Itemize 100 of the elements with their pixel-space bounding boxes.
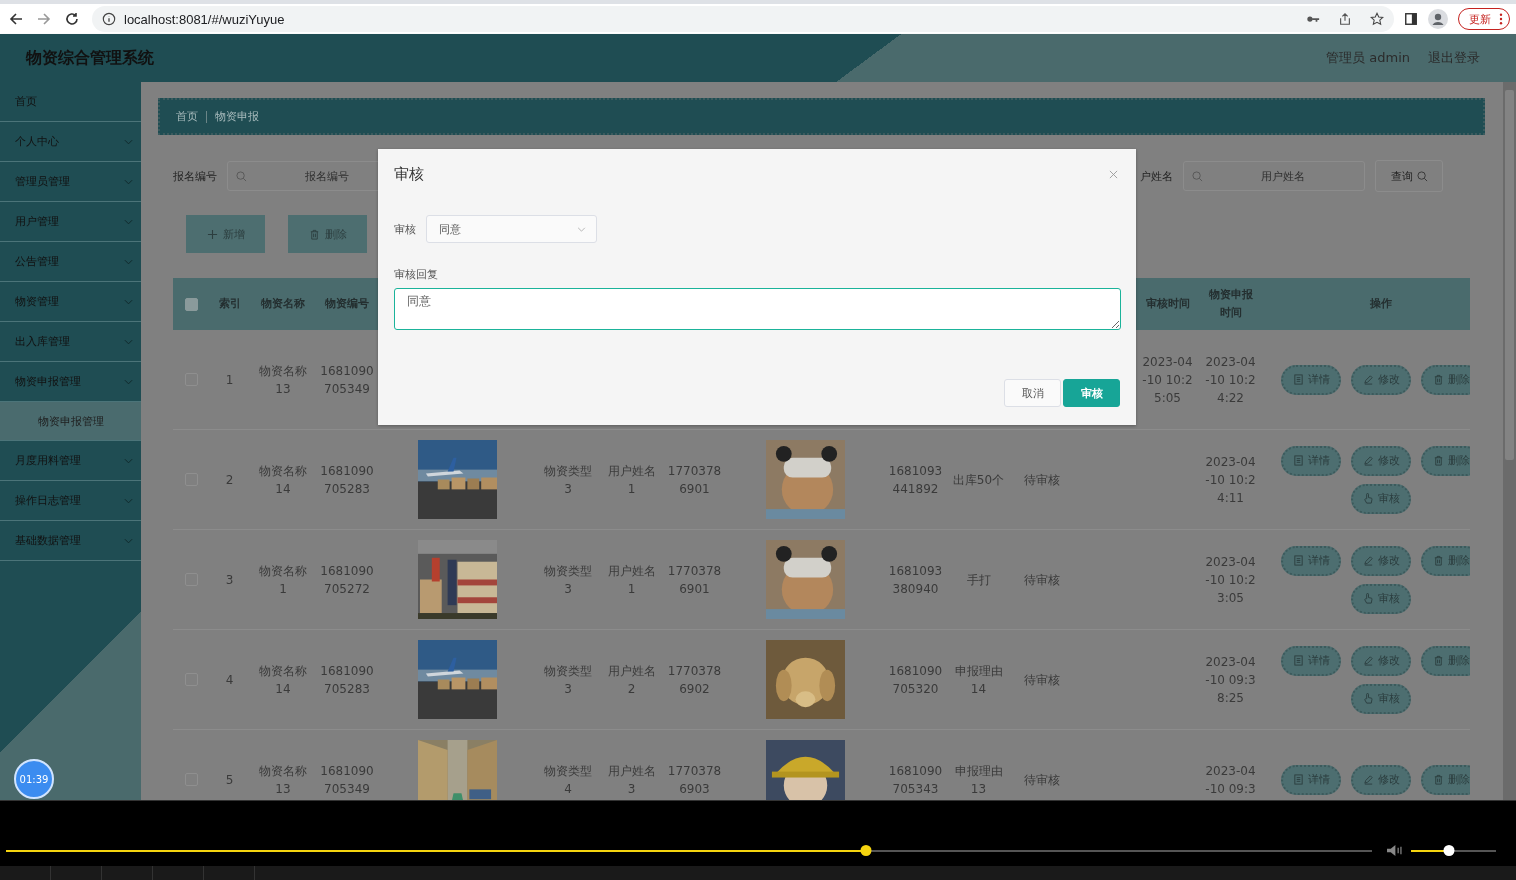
sidebar-subitem[interactable]: 物资申报管理	[0, 402, 141, 441]
table-cell-text: 1681090705343	[888, 762, 943, 798]
table-cell-text: 物资类型 3	[543, 662, 593, 698]
pen-icon	[1362, 374, 1374, 385]
column-header: 操作	[1370, 296, 1392, 312]
chevron-icon	[124, 537, 133, 544]
table-cell-text: 物资类型 3	[543, 462, 593, 498]
pen-icon	[1362, 655, 1374, 666]
table-cell-text: 1681090705283	[320, 662, 374, 698]
app-title: 物资综合管理系统	[26, 47, 154, 69]
hand-icon	[1362, 693, 1374, 704]
plus-icon	[206, 228, 218, 240]
table-cell-text: 物资类型 3	[543, 562, 593, 598]
chevron-icon	[124, 178, 133, 185]
table-cell-text: 用户姓名 3	[606, 762, 657, 798]
breadcrumb-link[interactable]: 物资申报	[215, 109, 259, 124]
info-icon[interactable]	[102, 12, 116, 26]
back-icon[interactable]	[8, 11, 24, 27]
profile-icon[interactable]	[1428, 9, 1448, 29]
document-icon	[1292, 555, 1304, 566]
table-cell-text: 2023-04-10 10:24:11	[1204, 453, 1257, 507]
table-cell-text: 物资名称 14	[258, 462, 308, 498]
search-icon	[1192, 171, 1203, 182]
document-icon	[1292, 455, 1304, 466]
select-field[interactable]: 同意	[426, 215, 597, 243]
table-cell-text: 申报理由 13	[953, 762, 1004, 798]
breadcrumb-link[interactable]: 首页	[176, 109, 198, 124]
chevron-icon	[124, 298, 133, 305]
chevron-icon	[124, 338, 133, 345]
table-cell-text: 2023-04-10 09:38:25	[1204, 653, 1257, 707]
field-label: 审核	[394, 221, 416, 237]
table-cell-text: 17703786901	[667, 462, 722, 498]
star-icon[interactable]	[1370, 12, 1384, 26]
table-cell-text: 物资名称 13	[258, 362, 308, 398]
table-cell-text: 物资类型 4	[543, 762, 593, 798]
cancel-button[interactable]: 取消	[1004, 379, 1061, 407]
search-field[interactable]: 用户姓名	[1183, 161, 1365, 191]
table-cell-text: 2023-04-10 10:24:22	[1204, 353, 1257, 407]
table-cell-text: 2023-04-10 09:3	[1204, 762, 1257, 798]
scrollbar[interactable]	[1503, 82, 1516, 800]
table-cell-text: 待审核	[1023, 671, 1060, 689]
user-label: 管理员 admin	[1326, 49, 1410, 67]
table-cell-text: 2023-04-10 10:23:05	[1204, 553, 1257, 607]
table-cell-text: 1681093441892	[888, 462, 943, 498]
document-icon	[1292, 374, 1304, 385]
table-cell-text: 物资名称 13	[258, 762, 308, 798]
table-cell-text: 待审核	[1023, 571, 1060, 589]
table-cell-text: 待审核	[1023, 771, 1060, 789]
table-cell-text: 申报理由 14	[953, 662, 1004, 698]
table-cell-text: 5	[225, 771, 234, 789]
search-button[interactable]: 查询	[1375, 160, 1443, 192]
table-cell-text: 用户姓名 1	[606, 462, 657, 498]
reload-icon[interactable]	[64, 11, 80, 27]
trash-icon	[1432, 374, 1444, 385]
search-label: 报名编号	[173, 168, 217, 184]
progress-slider[interactable]	[6, 845, 1372, 857]
pen-icon	[1362, 455, 1374, 466]
table-cell-text: 1681093380940	[888, 562, 943, 598]
table-cell-text: 物资名称 14	[258, 662, 308, 698]
checkbox[interactable]	[184, 297, 198, 311]
confirm-button[interactable]: 审核	[1063, 379, 1120, 407]
chevron-icon	[124, 378, 133, 385]
table-cell-text: 用户姓名 2	[606, 662, 657, 698]
share-icon[interactable]	[1338, 12, 1352, 26]
column-header: 物资编号	[325, 296, 369, 312]
hand-icon	[1362, 493, 1374, 504]
update-button[interactable]: 更新	[1458, 8, 1510, 30]
table-cell-text: 17703786903	[667, 762, 722, 798]
volume-icon[interactable]	[1385, 844, 1403, 857]
more-icon[interactable]	[1499, 13, 1503, 25]
table-cell-text: 17703786902	[667, 662, 722, 698]
chevron-icon	[124, 497, 133, 504]
document-icon	[1292, 774, 1304, 785]
trash-icon	[308, 228, 320, 240]
volume-slider[interactable]	[1410, 845, 1496, 857]
table-cell-text: 4	[225, 671, 234, 689]
reply-field[interactable]: 同意	[394, 288, 1121, 330]
table-cell-text: 1681090705320	[888, 662, 943, 698]
search-label: 户姓名	[1140, 168, 1173, 184]
column-header: 审核时间	[1145, 296, 1190, 312]
trash-icon	[1432, 774, 1444, 785]
table-cell-text: 待审核	[1023, 471, 1060, 489]
table-cell-text: 3	[225, 571, 234, 589]
logout-link[interactable]: 退出登录	[1428, 49, 1480, 67]
trash-icon	[1432, 655, 1444, 666]
pen-icon	[1362, 774, 1374, 785]
table-cell-text: 用户姓名 1	[606, 562, 657, 598]
column-header: 索引	[218, 296, 241, 312]
chevron-icon	[124, 457, 133, 464]
chevron-icon	[577, 226, 586, 232]
forward-icon[interactable]	[36, 11, 52, 27]
field-label: 审核回复	[394, 267, 439, 282]
chevron-icon	[124, 138, 133, 145]
document-icon	[1292, 655, 1304, 666]
trash-icon	[1432, 555, 1444, 566]
side-panel-icon[interactable]	[1404, 12, 1418, 26]
column-header: 物资名称	[261, 296, 305, 312]
address-bar[interactable]: localhost:8081/#/wuziYuyue	[92, 6, 1394, 32]
chevron-icon	[124, 218, 133, 225]
table-cell-text: 1681090705349	[320, 762, 374, 798]
